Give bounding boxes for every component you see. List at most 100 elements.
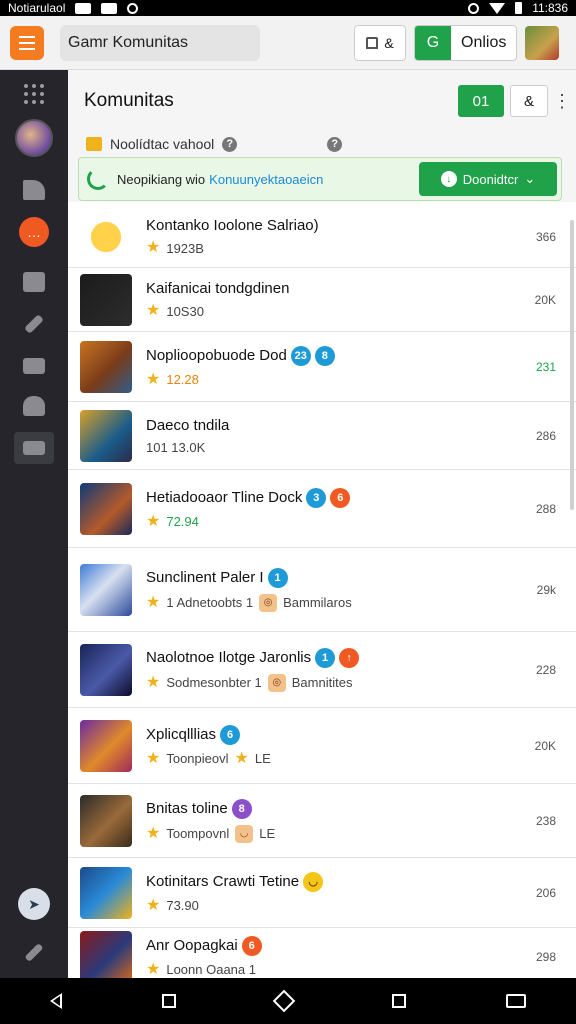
more-options-icon[interactable]: ⋮ (548, 91, 576, 112)
item-name-line: Hetiadooaor Tline Dock 3 6 (146, 487, 351, 508)
status-bar: Notiarulaol 11:836 (0, 0, 576, 16)
share-icon[interactable] (18, 174, 50, 206)
home-toggle-button[interactable]: & (354, 24, 406, 61)
item-count: 286 (535, 428, 556, 443)
item-name: Kotinitars Crawti Tetine (146, 873, 300, 890)
item-name: Anr Oopagkai (146, 937, 238, 954)
community-thumbnail (80, 482, 132, 535)
user-button[interactable]: & (510, 85, 548, 117)
compass-icon[interactable]: ➤ (18, 888, 50, 920)
item-rating: Loonn Oaana 1 (166, 962, 256, 977)
notice-link[interactable]: Konuunyektaoaeicn (209, 172, 323, 187)
main-content: Komunitas 01 & ⋮ Noolídtac vahool ? ? Ne… (68, 70, 576, 986)
star-icon: ★ (146, 749, 161, 767)
item-count: 206 (535, 885, 556, 900)
community-thumbnail (80, 340, 132, 393)
item-info: Kontanko Ioolone Salriao) ★ 1923B (146, 217, 319, 256)
item-name-line: Kotinitars Crawti Tetine ◡ (146, 871, 324, 892)
download-button[interactable]: ↓ Doonidtcr ⌄ (419, 162, 557, 196)
ghost-icon[interactable] (18, 390, 50, 422)
phone-icon (87, 168, 109, 190)
community-list: Kontanko Ioolone Salriao) ★ 1923B 366 Kaifan… (68, 206, 576, 986)
item-name-line: Anr Oopagkai 6 (146, 935, 262, 956)
item-count: 228 (535, 662, 556, 677)
community-thumbnail (80, 930, 132, 983)
list-item[interactable]: Daeco tndila 101 13.0K 286 (68, 402, 576, 470)
keyboard-icon[interactable] (506, 994, 526, 1008)
item-meta-line: 101 13.0K (146, 440, 229, 455)
help-icon[interactable]: ? (222, 136, 238, 152)
item-badge: ↑ (339, 647, 360, 668)
news-icon[interactable] (18, 266, 50, 298)
community-thumbnail (80, 866, 132, 919)
item-rating: Sodmesonbter 1 (166, 675, 262, 690)
tag-icon: ◎ (267, 673, 286, 692)
item-rating: Toompovnl (166, 826, 230, 841)
item-info: Bnitas toline 8 ★ Toompovnl ◡ LE (146, 798, 276, 843)
item-name: Sunclinent Paler I (146, 569, 264, 586)
notification-icon (75, 2, 92, 14)
item-count: 29k (536, 582, 556, 597)
item-count: 288 (535, 501, 556, 516)
item-info: Noplioopobuode Dod 23 8 ★ 12.28 (146, 345, 335, 388)
wrench-icon[interactable] (18, 936, 50, 968)
folder-icon (86, 137, 102, 151)
item-badge: ◡ (303, 871, 324, 892)
list-item[interactable]: Naolotnoe Ilotge Jaronlis 1 ↑ ★ Sodmesonbter… (68, 632, 576, 708)
list-item[interactable]: Kaifanicai tondgdinen ★ 10S30 20K (68, 268, 576, 332)
item-count: 20K (534, 738, 556, 753)
item-name: Bnitas toline (146, 800, 228, 817)
item-badge: 8 (231, 798, 252, 819)
list-item[interactable]: Noplioopobuode Dod 23 8 ★ 12.28 231 (68, 332, 576, 402)
store-icon[interactable] (18, 350, 50, 382)
item-rating: Toonpieovl (166, 751, 229, 766)
page-header: Komunitas 01 & ⋮ (68, 70, 576, 132)
sidebar-avatar[interactable] (14, 118, 54, 158)
star-icon: ★ (146, 824, 161, 842)
item-count: 366 (535, 229, 556, 244)
list-item[interactable]: Kotinitars Crawti Tetine ◡ ★ 73.90 206 (68, 858, 576, 928)
online-toggle[interactable]: G Onlios (414, 24, 518, 61)
g-icon: G (415, 25, 451, 60)
chat-icon[interactable]: … (18, 216, 50, 248)
community-icon[interactable] (14, 432, 54, 464)
item-name-line: Bnitas toline 8 (146, 798, 275, 819)
item-name: Naolotnoe Ilotge Jaronlis (146, 649, 312, 666)
item-rating: 101 13.0K (146, 439, 206, 455)
menu-button[interactable] (10, 25, 44, 60)
star-tag-icon: ★ (234, 749, 249, 767)
item-badge: 1 (315, 647, 336, 668)
item-tag-text: LE (254, 751, 271, 766)
item-rating: 1 Adnetoobts 1 (166, 595, 254, 610)
list-item[interactable]: Hetiadooaor Tline Dock 3 6 ★ 72.94 288 (68, 470, 576, 548)
tools-icon[interactable] (18, 308, 50, 340)
item-meta-line: ★ 72.94 (146, 513, 350, 530)
item-meta-line: ★ Toompovnl ◡ LE (146, 824, 276, 843)
back-icon[interactable] (50, 993, 62, 1009)
star-icon: ★ (146, 593, 161, 611)
recents-icon[interactable] (162, 994, 176, 1008)
item-info: Anr Oopagkai 6 ★ Loonn Oaana 1 (146, 935, 262, 978)
item-tag-text: LE (259, 826, 276, 841)
community-thumbnail (80, 794, 132, 847)
item-name-line: Kontanko Ioolone Salriao) (146, 217, 319, 234)
search-input[interactable]: Gamr Komunitas (60, 24, 260, 61)
list-item[interactable]: Sunclinent Paler I 1 ★ 1 Adnetoobts 1 ◎ Bammi… (68, 548, 576, 632)
scrollbar[interactable] (570, 220, 574, 510)
list-item[interactable]: Kontanko Ioolone Salriao) ★ 1923B 366 (68, 206, 576, 268)
list-item[interactable]: Xplicqlllias 6 ★ Toonpieovl ★ LE 20K (68, 708, 576, 784)
item-rating: 1923B (166, 240, 204, 256)
overview-icon[interactable] (392, 994, 406, 1008)
status-time: 11:836 (532, 1, 568, 15)
help-icon-secondary[interactable]: ? (327, 136, 343, 152)
item-name-line: Sunclinent Paler I1 (146, 567, 352, 588)
apps-grid-icon[interactable] (18, 78, 50, 110)
page-title: Komunitas (84, 90, 174, 111)
item-meta-line: ★ 12.28 (146, 371, 335, 388)
primary-action-button[interactable]: 01 (458, 85, 504, 117)
profile-avatar[interactable] (525, 25, 560, 60)
item-name-line: Noplioopobuode Dod 23 8 (146, 345, 335, 366)
list-item[interactable]: Bnitas toline 8 ★ Toompovnl ◡ LE 238 (68, 784, 576, 858)
download-label: Doonidtcr (462, 171, 519, 187)
home-nav-icon[interactable] (272, 989, 296, 1013)
